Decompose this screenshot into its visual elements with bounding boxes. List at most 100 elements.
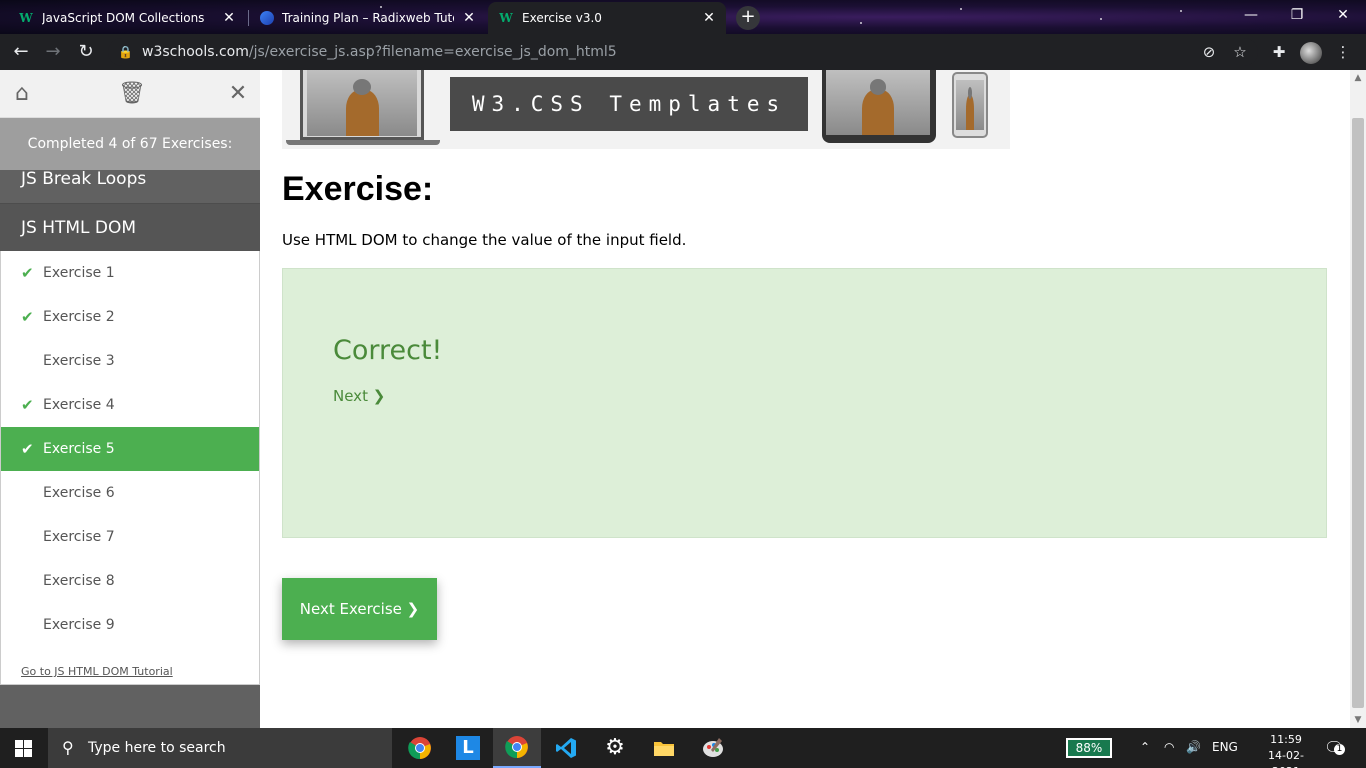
exercise-item-4[interactable]: ✔ Exercise 4: [1, 383, 259, 427]
new-tab-button[interactable]: +: [736, 6, 760, 30]
taskbar-settings[interactable]: ⚙: [591, 728, 639, 768]
taskbar-search[interactable]: ⚲ Type here to search: [48, 728, 392, 768]
notification-count: 1: [1334, 744, 1345, 755]
clock-date: 14-02-2021: [1268, 749, 1304, 768]
close-icon[interactable]: ✕: [226, 82, 250, 106]
page-title: Exercise:: [282, 170, 434, 208]
chrome-icon: [505, 736, 528, 759]
scroll-up-arrow[interactable]: ▲: [1350, 70, 1366, 86]
notification-icon[interactable]: 🗨1: [1324, 738, 1345, 757]
exercise-item-2[interactable]: ✔ Exercise 2: [1, 295, 259, 339]
search-placeholder: Type here to search: [88, 740, 226, 756]
restore-button[interactable]: ❐: [1274, 0, 1320, 30]
taskbar-clock[interactable]: 11:59 14-02-2021: [1256, 732, 1316, 768]
scroll-thumb[interactable]: [1352, 118, 1364, 708]
background-star: [1100, 18, 1102, 20]
battery-indicator[interactable]: 88%: [1066, 738, 1112, 758]
next-link[interactable]: Next ❯: [333, 387, 385, 405]
tab-training-plan[interactable]: Training Plan – Radixweb Tutorial ✕: [250, 2, 486, 34]
reload-button[interactable]: ↻: [75, 42, 97, 64]
scroll-down-arrow[interactable]: ▼: [1350, 712, 1366, 728]
exercise-description: Use HTML DOM to change the value of the …: [282, 231, 687, 249]
check-icon: ✔: [21, 440, 34, 458]
exercise-item-8[interactable]: Exercise 8: [1, 559, 259, 603]
check-icon: ✔: [21, 264, 34, 282]
chevron-up-icon[interactable]: ⌃: [1140, 740, 1150, 754]
close-tab-icon[interactable]: ✕: [462, 10, 476, 26]
template-photo: [826, 70, 930, 135]
check-icon: ✔: [21, 396, 34, 414]
w3schools-icon: W: [499, 11, 513, 25]
url-path: /js/exercise_js.asp?filename=exercise_js…: [248, 44, 617, 60]
w3css-templates-ad[interactable]: W3.CSS Templates: [282, 70, 1010, 149]
exercise-label: Exercise 3: [43, 353, 115, 369]
close-window-button[interactable]: ✕: [1320, 0, 1366, 30]
lock-icon: 🔒: [118, 45, 133, 59]
tab-title: Training Plan – Radixweb Tutorial: [282, 11, 454, 25]
browser-tab-strip: W JavaScript DOM Collections ✕ Training …: [0, 0, 1366, 34]
exercise-item-6[interactable]: Exercise 6: [1, 471, 259, 515]
trash-icon[interactable]: 🗑: [118, 82, 146, 106]
tab-title: JavaScript DOM Collections: [42, 11, 205, 25]
exercise-item-3[interactable]: Exercise 3: [1, 339, 259, 383]
back-button[interactable]: ←: [10, 42, 32, 64]
forward-button[interactable]: →: [42, 42, 64, 64]
exercise-label: Exercise 5: [43, 441, 115, 457]
extensions-icon[interactable]: ✚: [1270, 43, 1288, 61]
search-icon: ⚲: [62, 738, 74, 757]
exercise-label: Exercise 2: [43, 309, 115, 325]
section-js-break-loops[interactable]: JS Break Loops: [0, 170, 260, 203]
exercise-item-9[interactable]: Exercise 9: [1, 603, 259, 647]
background-star: [860, 22, 862, 24]
wifi-icon[interactable]: ◠: [1164, 740, 1174, 754]
next-exercise-button[interactable]: Next Exercise ❯: [282, 578, 437, 640]
taskbar-chrome[interactable]: [396, 728, 444, 768]
completion-status: Completed 4 of 67 Exercises:: [0, 118, 260, 170]
eye-off-icon[interactable]: ⊘: [1200, 43, 1218, 61]
sidebar-toolbar: ⌂ 🗑 ✕: [0, 70, 260, 118]
page-scrollbar[interactable]: ▲ ▼: [1350, 70, 1366, 728]
volume-icon[interactable]: 🔊: [1186, 740, 1201, 754]
tab-exercise[interactable]: W Exercise v3.0 ✕: [488, 2, 726, 34]
address-bar[interactable]: 🔒 w3schools.com/js/exercise_js.asp?filen…: [108, 38, 1258, 66]
w3schools-icon: W: [19, 11, 33, 25]
taskbar-file-explorer[interactable]: [640, 728, 688, 768]
exercise-label: Exercise 8: [43, 573, 115, 589]
result-title: Correct!: [333, 335, 443, 366]
exercise-list: ✔ Exercise 1 ✔ Exercise 2 Exercise 3 ✔ Exer…: [0, 251, 260, 685]
template-photo: [307, 70, 417, 136]
section-js-html-dom[interactable]: JS HTML DOM: [0, 203, 260, 251]
exercise-label: Exercise 6: [43, 485, 115, 501]
windows-taskbar: ⚲ Type here to search L ⚙ 88% ⌃ ◠ 🔊 ENG …: [0, 728, 1366, 768]
exercise-label: Exercise 9: [43, 617, 115, 633]
browser-toolbar: ← → ↻ 🔒 w3schools.com/js/exercise_js.asp…: [0, 34, 1366, 70]
banner-title: W3.CSS Templates: [450, 77, 808, 131]
taskbar-paint[interactable]: [689, 728, 737, 768]
close-tab-icon[interactable]: ✕: [702, 10, 716, 26]
laptop-mockup: [300, 70, 424, 140]
home-icon[interactable]: ⌂: [10, 82, 34, 106]
menu-icon[interactable]: ⋮: [1334, 43, 1352, 61]
clock-time: 11:59: [1270, 733, 1302, 746]
chrome-icon: [408, 737, 431, 760]
exercise-item-1[interactable]: ✔ Exercise 1: [1, 251, 259, 295]
main-content: W3.CSS Templates Exercise: Use HTML DOM …: [260, 70, 1350, 728]
exercise-item-5[interactable]: ✔ Exercise 5: [1, 427, 259, 471]
language-indicator[interactable]: ENG: [1212, 740, 1238, 754]
bookmark-star-icon[interactable]: ☆: [1231, 43, 1249, 61]
windows-start-icon[interactable]: [0, 728, 48, 768]
tab-javascript-dom-collections[interactable]: W JavaScript DOM Collections ✕: [8, 2, 246, 34]
taskbar-app-l[interactable]: L: [444, 728, 492, 768]
radixweb-icon: [260, 11, 274, 25]
taskbar-vscode[interactable]: [542, 728, 590, 768]
tutorial-link[interactable]: Go to JS HTML DOM Tutorial: [1, 647, 259, 697]
close-tab-icon[interactable]: ✕: [222, 10, 236, 26]
vscode-icon: [556, 738, 576, 758]
taskbar-chrome-profile[interactable]: [493, 728, 541, 768]
folder-icon: [654, 742, 674, 756]
exercise-item-7[interactable]: Exercise 7: [1, 515, 259, 559]
profile-avatar[interactable]: [1300, 42, 1322, 64]
minimize-button[interactable]: —: [1228, 0, 1274, 30]
tablet-mockup: [822, 70, 936, 143]
background-star: [1180, 10, 1182, 12]
